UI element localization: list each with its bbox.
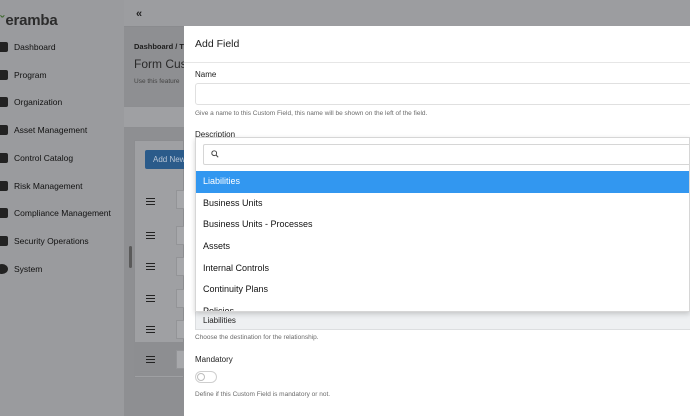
drag-handle-icon[interactable] [146, 198, 155, 205]
sidebar-item-label: Asset Management [14, 125, 88, 135]
search-icon [211, 150, 219, 158]
option-liabilities[interactable]: Liabilities [196, 171, 689, 193]
asset-icon [0, 125, 8, 135]
sidebar-item-dashboard[interactable]: Dashboard [0, 37, 56, 57]
mandatory-help: Define if this Custom Field is mandatory… [195, 391, 331, 398]
gear-icon [0, 264, 8, 274]
sidebar-item-label: Organization [14, 97, 63, 107]
drag-handle-icon[interactable] [146, 232, 155, 239]
drag-handle-icon[interactable] [146, 356, 155, 363]
risk-icon [0, 181, 8, 191]
sidebar-item-asset-management[interactable]: Asset Management [0, 120, 87, 140]
table-row [176, 289, 184, 308]
add-new-button[interactable]: Add New [145, 150, 185, 169]
sidebar-item-control-catalog[interactable]: Control Catalog [0, 148, 73, 168]
name-help: Give a name to this Custom Field, this n… [195, 110, 428, 117]
sidebar-item-system[interactable]: System [0, 259, 42, 279]
table-row [176, 257, 184, 276]
table-row [176, 350, 184, 369]
drag-handle-icon[interactable] [146, 295, 155, 302]
logo-leaf-icon: ˇ [0, 12, 5, 28]
dropdown-search-field[interactable] [203, 144, 689, 165]
toggle-knob [197, 373, 205, 381]
catalog-icon [0, 153, 8, 163]
drag-handle-icon[interactable] [146, 263, 155, 270]
option-business-units-processes[interactable]: Business Units - Processes [196, 214, 689, 236]
collapse-sidebar-icon[interactable]: « [136, 8, 142, 20]
sidebar-item-label: Security Operations [14, 236, 89, 246]
sidebar-item-label: Risk Management [14, 181, 83, 191]
sidebar-item-compliance-management[interactable]: Compliance Management [0, 203, 111, 223]
organization-icon [0, 97, 8, 107]
sidebar-item-label: Program [14, 70, 47, 80]
sidebar-item-risk-management[interactable]: Risk Management [0, 176, 83, 196]
mandatory-toggle[interactable] [195, 371, 217, 383]
sidebar-item-security-operations[interactable]: Security Operations [0, 231, 89, 251]
sidebar-item-program[interactable]: Program [0, 65, 47, 85]
tab-strip [124, 106, 184, 128]
option-continuity-plans[interactable]: Continuity Plans [196, 279, 689, 301]
destination-dropdown: Liabilities Business Units Business Unit… [195, 137, 690, 312]
page-description: Use this feature [134, 78, 180, 85]
name-label: Name [195, 70, 217, 79]
modal-title: Add Field [195, 38, 240, 50]
sidebar-scrollbar[interactable] [129, 246, 132, 268]
sidebar-item-label: Control Catalog [14, 153, 74, 163]
table-row [176, 190, 184, 209]
sidebar-item-label: System [14, 264, 43, 274]
destination-help: Choose the destination for the relations… [195, 334, 319, 341]
destination-select[interactable]: Liabilities [195, 311, 690, 330]
topbar [124, 0, 690, 27]
drag-handle-icon[interactable] [146, 326, 155, 333]
option-business-units[interactable]: Business Units [196, 193, 689, 215]
option-policies[interactable]: Policies [196, 301, 689, 311]
breadcrumb[interactable]: Dashboard / T [134, 42, 184, 51]
sidebar: ˇ eramba Dashboard Program Organization … [0, 0, 124, 416]
option-internal-controls[interactable]: Internal Controls [196, 258, 689, 280]
table-row [176, 226, 184, 245]
app-logo[interactable]: ˇ eramba [0, 10, 58, 30]
name-input[interactable] [195, 83, 690, 105]
logo-text: eramba [5, 11, 58, 29]
option-assets[interactable]: Assets [196, 236, 689, 258]
page-title: Form Custom [134, 57, 184, 71]
table-row [176, 320, 184, 339]
dashboard-icon [0, 42, 8, 52]
sidebar-item-label: Compliance Management [14, 208, 111, 218]
mandatory-label: Mandatory [195, 355, 233, 364]
sidebar-item-organization[interactable]: Organization [0, 92, 62, 112]
compliance-icon [0, 208, 8, 218]
dropdown-options: Liabilities Business Units Business Unit… [196, 171, 689, 311]
modal-header: Add Field [184, 26, 690, 63]
sidebar-item-label: Dashboard [14, 42, 56, 52]
security-icon [0, 236, 8, 246]
program-icon [0, 70, 8, 80]
